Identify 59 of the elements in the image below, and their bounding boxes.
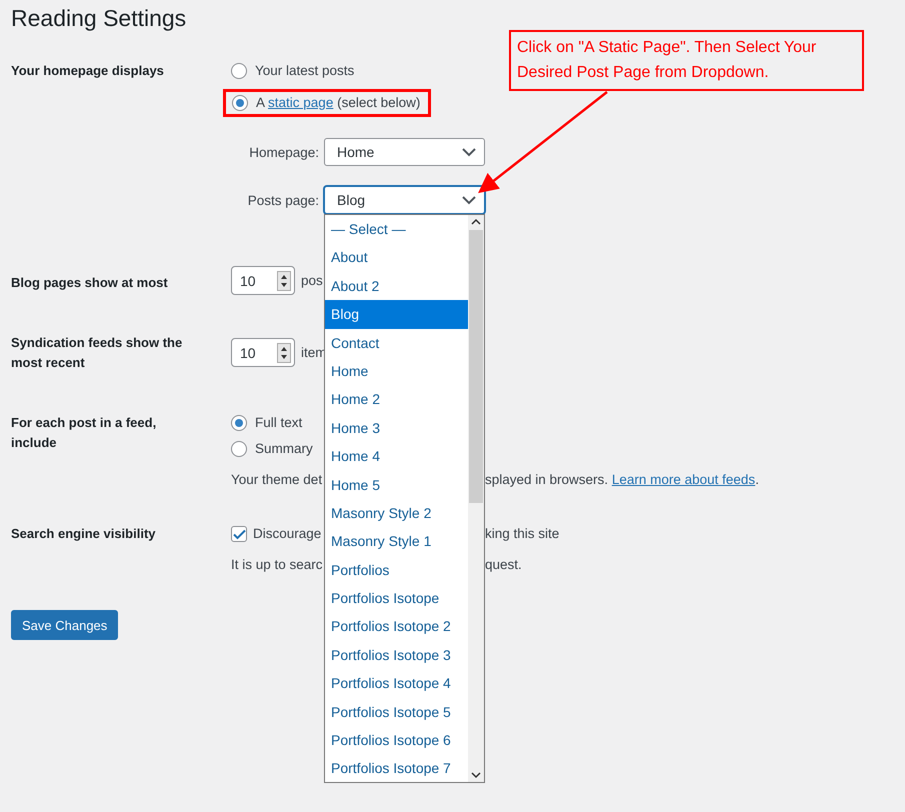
chevron-down-icon [462,196,476,204]
dropdown-option[interactable]: Portfolios Isotope 3 [325,640,468,670]
dropdown-option[interactable]: Home 4 [325,442,468,471]
dropdown-option[interactable]: Portfolios Isotope 6 [325,726,468,754]
help-text: quest. [485,556,522,574]
setting-label: For each post in a feed, include [11,414,158,452]
homepage-select[interactable]: Home [324,138,485,166]
help-text: It is up to searc [231,556,324,574]
feeds-link[interactable]: Learn more about feeds [612,472,756,487]
dropdown-option[interactable]: — Select — [325,215,468,244]
spinner-icon[interactable] [277,342,291,362]
posts-page-select[interactable]: Blog [324,186,485,214]
number-field[interactable]: 10 [231,266,295,295]
annotation-callout: Click on "A Static Page". Then Select Your Desired Post Page from Dropdown. [509,30,864,91]
dropdown-option[interactable]: About 2 [325,272,468,300]
dropdown-option[interactable]: Portfolios Isotope 7 [325,754,468,783]
radio-label: Your latest posts [255,62,354,80]
radio-button[interactable] [231,415,247,431]
checkbox[interactable] [231,526,247,542]
checkbox-label: king this site [485,525,560,543]
radio-label: Full text [255,414,302,432]
setting-label: Syndication feeds show the most recent [11,334,184,372]
dropdown-option[interactable]: Home 3 [325,414,468,442]
setting-label: Search engine visibility [11,525,156,543]
dropdown-option[interactable]: Home 2 [325,385,468,414]
radio-button[interactable] [231,441,247,457]
posts-page-label: Posts page: [246,192,319,208]
page-title: Reading Settings [11,4,188,33]
radio-option[interactable]: Your latest posts [231,61,354,81]
radio-button[interactable] [232,95,248,111]
scrollbar[interactable] [468,215,484,782]
dropdown-option[interactable]: Portfolios [325,556,468,584]
dropdown-option[interactable]: About [325,243,468,272]
radio-label: A static page (select below) [256,94,420,112]
help-text: Your theme det [231,471,324,489]
homepage-label: Homepage: [248,144,319,160]
help-text: splayed in browsers. Learn more about feeds. [485,471,759,489]
dropdown-option[interactable]: Portfolios Isotope 2 [325,612,468,641]
setting-label: Blog pages show at most [11,274,169,292]
number-field[interactable]: 10 [231,338,295,367]
dropdown-option[interactable]: Contact [325,328,468,357]
scrollbar-thumb[interactable] [469,230,483,503]
radio-label: Summary [255,440,313,458]
checkbox-label: Discourage [253,525,322,543]
spinner-icon[interactable] [277,270,291,290]
radio-button[interactable] [231,63,247,79]
chevron-down-icon [462,148,476,156]
dropdown-option[interactable]: Portfolios Isotope [325,584,468,612]
save-changes-button[interactable]: Save Changes [11,610,118,640]
dropdown-option[interactable]: Home [325,356,468,386]
dropdown-option[interactable]: Portfolios Isotope 4 [325,669,468,698]
dropdown-option[interactable]: Masonry Style 1 [325,527,468,556]
dropdown-option[interactable]: Portfolios Isotope 5 [325,698,468,726]
static-page-link[interactable]: static page [268,95,334,110]
unit-text: pos [301,272,323,290]
setting-label: Your homepage displays [11,62,165,80]
dropdown-option[interactable]: Home 5 [325,470,468,499]
dropdown-option[interactable]: Blog [325,300,468,329]
dropdown-option[interactable]: Masonry Style 2 [325,498,468,528]
